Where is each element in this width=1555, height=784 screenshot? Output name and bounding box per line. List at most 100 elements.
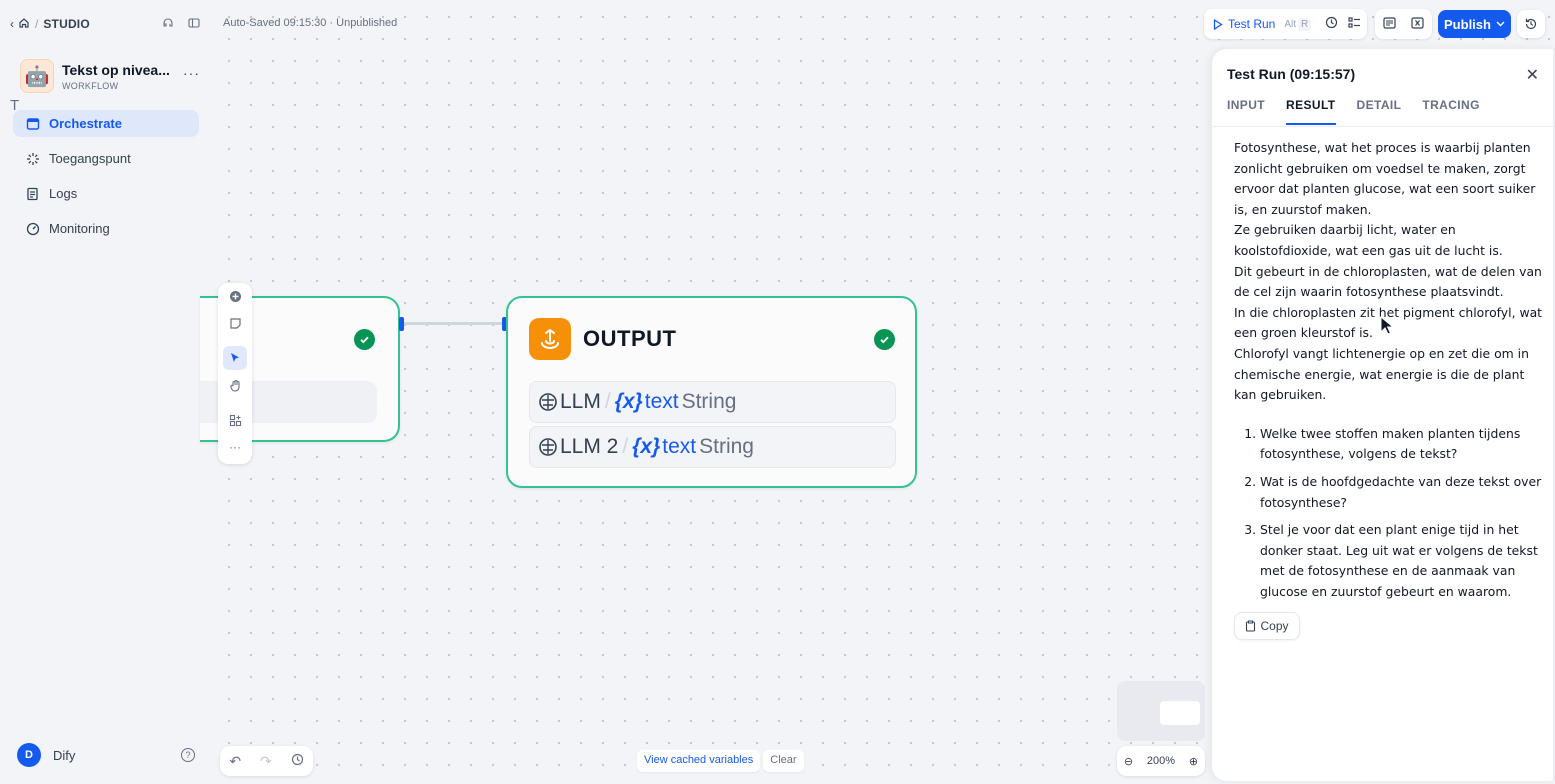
conversation-variables-icon[interactable] (1411, 16, 1424, 32)
workflow-edge[interactable] (404, 322, 504, 325)
tab-tracing[interactable]: TRACING (1422, 98, 1479, 125)
question-list: Welke twee stoffen maken planten tijdens… (1260, 424, 1544, 603)
result-paragraph: Fotosynthese, wat het proces is waarbij … (1234, 140, 1536, 217)
hand-icon[interactable] (223, 373, 247, 397)
result-output: Fotosynthese, wat het proces is waarbij … (1234, 138, 1544, 609)
sidebar-item-label: Orchestrate (49, 116, 122, 131)
success-check-icon (354, 329, 375, 350)
output-variable-row[interactable]: LLM / {x} text String (529, 381, 896, 423)
list-item: Wat is de hoofdgedachte van deze tekst o… (1260, 472, 1544, 513)
minimap-viewport (1160, 701, 1200, 725)
output-node-icon (529, 318, 571, 360)
output-node-title: OUTPUT (583, 326, 677, 351)
play-icon (1213, 18, 1223, 30)
chevron-down-icon (1496, 21, 1505, 27)
copy-button[interactable]: Copy (1234, 612, 1300, 640)
add-node-icon[interactable] (223, 284, 247, 308)
variable-type: String (681, 390, 737, 413)
redo-icon[interactable]: ↷ (260, 753, 272, 770)
pointer-icon[interactable] (223, 346, 247, 370)
history-icon[interactable] (291, 753, 304, 769)
variable-icon: {x} (632, 435, 661, 458)
list-item: Welke twee stoffen maken planten tijdens… (1260, 424, 1544, 465)
sidebar-item-orchestrate[interactable]: Orchestrate (13, 110, 199, 137)
output-node[interactable]: OUTPUT LLM / {x} text String LLM 2 / {x}… (506, 296, 917, 488)
tab-detail[interactable]: DETAIL (1357, 98, 1402, 125)
success-check-icon (874, 329, 895, 350)
autosave-status: Auto-Saved 09:15:30 · Unpublished (223, 17, 398, 29)
app-name: Tekst op nivea... (62, 61, 170, 78)
app-type: WORKFLOW (62, 80, 119, 91)
clear-cached-button[interactable]: Clear (763, 750, 804, 772)
list-item: Stel je voor dat een plant enige tijd in… (1260, 520, 1544, 602)
variable-separator: / (604, 390, 611, 413)
variable-name: text (644, 390, 679, 413)
publish-button[interactable]: Publish (1438, 10, 1511, 38)
version-history-icon (1525, 18, 1537, 30)
node-text-fragment: T (10, 97, 20, 114)
more-icon[interactable]: ··· (223, 435, 247, 459)
llm-node-icon (539, 438, 557, 456)
home-icon[interactable] (18, 17, 30, 32)
tab-result[interactable]: RESULT (1286, 98, 1336, 125)
variable-source: LLM (560, 390, 601, 413)
cached-variables-bar: View cached variables Clear (637, 750, 804, 772)
back-chevron-icon[interactable]: ‹ (10, 17, 14, 31)
test-run-button[interactable]: Test Run Alt R (1213, 17, 1312, 31)
monitoring-icon (25, 221, 41, 237)
sidebar-item-toegangspunt[interactable]: Toegangspunt (13, 145, 199, 172)
studio-link[interactable]: STUDIO (43, 17, 90, 31)
help-icon[interactable]: ? (181, 748, 195, 762)
logs-icon (25, 186, 41, 202)
sidebar-item-logs[interactable]: Logs (13, 180, 199, 207)
close-icon[interactable]: ✕ (1526, 65, 1539, 85)
access-point-icon (25, 151, 41, 167)
llm-node-icon (539, 393, 557, 411)
test-run-label: Test Run (1228, 17, 1276, 31)
minimap[interactable] (1117, 681, 1205, 741)
panel-tabs: INPUT RESULT DETAIL TRACING (1227, 98, 1480, 125)
shortcut-hint: Alt R (1284, 17, 1312, 31)
run-history-icon[interactable] (1325, 16, 1338, 32)
user-name: Dify (53, 747, 76, 763)
history-controls: ↶ ↷ (220, 746, 313, 776)
result-paragraph: Chlorofyl vangt lichtenergie op en zet d… (1234, 345, 1529, 403)
tab-input[interactable]: INPUT (1227, 98, 1265, 125)
result-paragraph: Ze gebruiken daarbij licht, water en koo… (1234, 222, 1503, 258)
run-toolbar: Test Run Alt R (1204, 9, 1367, 39)
checklist-icon[interactable] (1348, 16, 1361, 32)
variable-separator: / (622, 435, 629, 458)
result-paragraph: Dit gebeurt in de chloroplasten, wat de … (1234, 263, 1542, 300)
output-variable-row[interactable]: LLM 2 / {x} text String (529, 426, 896, 468)
variable-icon: {x} (614, 390, 643, 413)
sidebar: ‹ / STUDIO 🤖 Tekst op nivea... WORKFLOW … (0, 0, 210, 784)
headset-icon[interactable] (162, 17, 174, 32)
zoom-out-icon[interactable]: ⊖ (1124, 755, 1133, 768)
zoom-controls: ⊖ 200% ⊕ (1117, 746, 1205, 776)
sidebar-nav: Orchestrate Toegangspunt Logs Monitoring (13, 110, 199, 250)
zoom-level[interactable]: 200% (1147, 755, 1175, 767)
sidebar-item-monitoring[interactable]: Monitoring (13, 215, 199, 242)
sidebar-item-label: Logs (49, 186, 78, 201)
breadcrumb: ‹ / STUDIO (10, 13, 200, 35)
breadcrumb-separator: / (35, 17, 39, 31)
organize-icon[interactable] (223, 408, 247, 432)
divider (1212, 126, 1555, 127)
user-account[interactable]: D Dify ? (17, 742, 195, 768)
env-variables-icon[interactable] (1383, 16, 1396, 32)
variable-source: LLM 2 (560, 435, 619, 458)
sidebar-toggle-icon[interactable] (188, 17, 200, 32)
panel-title: Test Run (09:15:57) (1227, 66, 1356, 82)
sidebar-item-label: Monitoring (49, 221, 110, 236)
more-icon[interactable]: ··· (183, 65, 200, 87)
view-cached-variables-button[interactable]: View cached variables (637, 750, 761, 772)
add-note-icon[interactable] (223, 311, 247, 335)
zoom-in-icon[interactable]: ⊕ (1189, 755, 1198, 768)
avatar: D (17, 743, 41, 767)
variable-name: text (662, 435, 697, 458)
undo-icon[interactable]: ↶ (229, 753, 241, 770)
robot-icon: 🤖 (20, 59, 54, 93)
app-card[interactable]: 🤖 Tekst op nivea... WORKFLOW ··· (20, 57, 200, 95)
sidebar-item-label: Toegangspunt (49, 151, 131, 166)
version-history-button[interactable] (1517, 10, 1545, 38)
